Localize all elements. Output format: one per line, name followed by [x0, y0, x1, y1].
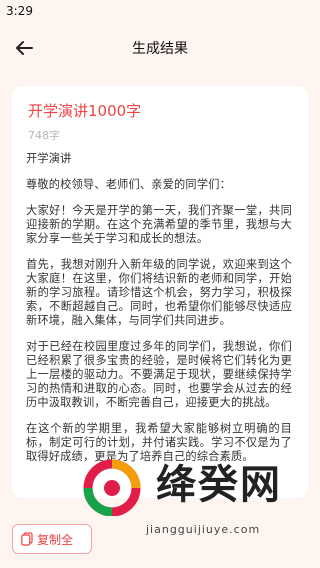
nav-bar: 生成结果 — [0, 28, 320, 68]
copy-icon — [21, 532, 33, 546]
essay-body: 开学演讲 尊敬的校领导、老师们、亲爱的同学们： 大家好！今天是开学的第一天，我们… — [26, 152, 292, 476]
status-bar: 3:29 — [0, 0, 320, 24]
watermark-brand: 绛癸网 — [156, 462, 282, 508]
essay-paragraph: 大家好！今天是开学的第一天，我们齐聚一堂，共同迎接新的学期。在这个充满希望的季节… — [26, 204, 292, 245]
status-time: 3:29 — [6, 4, 33, 18]
essay-paragraph: 对于已经在校园里度过多年的同学们，我想说，你们已经积累了很多宝贵的经验，是时候将… — [26, 340, 292, 409]
essay-title: 开学演讲1000字 — [28, 102, 142, 120]
watermark-url: jiangguijiuye.com — [146, 523, 261, 536]
essay-paragraph: 开学演讲 — [26, 152, 72, 165]
watermark: 绛癸网 jiangguijiuye.com — [60, 440, 320, 568]
result-card: 开学演讲1000字 748字 开学演讲 尊敬的校领导、老师们、亲爱的同学们： 大… — [12, 86, 308, 498]
essay-paragraph: 首先，我想对刚升入新年级的同学说，欢迎来到这个大家庭！在这里，你们将结识新的老师… — [26, 258, 292, 327]
brand-logo-icon — [83, 459, 141, 516]
essay-paragraph: 尊敬的校领导、老师们、亲爱的同学们： — [26, 178, 231, 191]
word-count: 748字 — [28, 129, 60, 142]
page-title: 生成结果 — [132, 41, 188, 57]
